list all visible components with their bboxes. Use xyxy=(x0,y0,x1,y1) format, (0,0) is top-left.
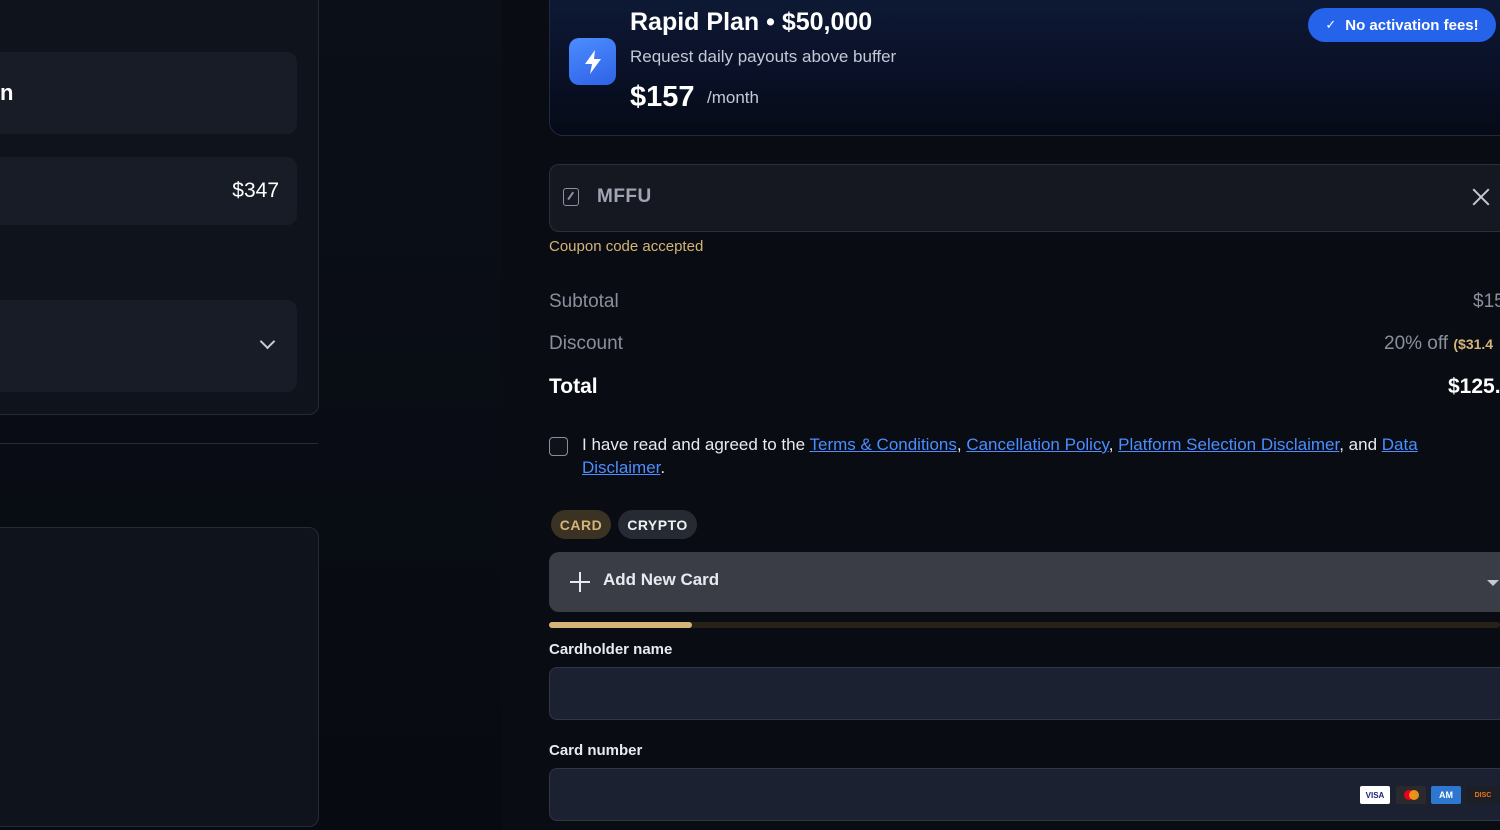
coupon-code: MFFU xyxy=(597,186,652,207)
tab-crypto[interactable]: CRYPTO xyxy=(618,510,697,539)
lightning-bolt-icon xyxy=(569,38,616,85)
option-label: n xyxy=(0,80,14,105)
tab-card[interactable]: CARD xyxy=(551,510,611,539)
plan-subtitle: Request daily payouts above buffer xyxy=(630,47,897,66)
agree-sep: , xyxy=(956,435,967,454)
discount-label: Discount xyxy=(549,333,623,354)
cardholder-name-input[interactable] xyxy=(549,667,1500,720)
card-number-input[interactable] xyxy=(549,768,1500,821)
account-size-option[interactable]: $347 xyxy=(0,157,297,225)
coupon-status-message: Coupon code accepted xyxy=(549,238,704,255)
coupon-tag-icon xyxy=(563,188,579,206)
no-activation-fee-badge: ✓ No activation fees! xyxy=(1308,8,1496,42)
amex-logo: AM xyxy=(1431,786,1461,804)
add-new-card-label: Add New Card xyxy=(603,570,720,589)
option-price: $347 xyxy=(232,179,279,202)
chevron-down-icon xyxy=(259,333,276,350)
subtotal-value: $15 xyxy=(1473,291,1500,312)
terms-agree-text: I have read and agreed to the Terms & Co… xyxy=(582,433,1497,479)
remove-coupon-close-icon[interactable] xyxy=(1469,185,1493,209)
agree-sep: , and xyxy=(1339,435,1382,454)
check-icon: ✓ xyxy=(1325,17,1337,32)
info-card xyxy=(0,527,319,827)
divider xyxy=(0,443,318,444)
card-number-label: Card number xyxy=(549,742,643,759)
badge-label: No activation fees! xyxy=(1345,16,1479,34)
plus-icon xyxy=(570,572,590,592)
cardholder-name-label: Cardholder name xyxy=(549,641,673,658)
total-label: Total xyxy=(549,375,598,398)
discount-value: 20% off ($31.4 xyxy=(1384,333,1493,355)
cancellation-policy-link[interactable]: Cancellation Policy xyxy=(966,435,1108,454)
discount-amount: ($31.4 xyxy=(1453,336,1494,352)
visa-logo: VISA xyxy=(1360,786,1390,804)
terms-conditions-link[interactable]: Terms & Conditions xyxy=(809,435,956,454)
subtotal-label: Subtotal xyxy=(549,291,619,312)
coupon-field[interactable] xyxy=(549,164,1500,232)
platform-dropdown[interactable] xyxy=(0,300,297,392)
agree-suffix: . xyxy=(660,458,666,477)
total-value: $125. xyxy=(1448,375,1500,398)
plan-period: /month xyxy=(707,88,759,107)
discover-logo: DISC xyxy=(1466,786,1500,804)
platform-selection-disclaimer-link[interactable]: Platform Selection Disclaimer xyxy=(1118,435,1339,454)
progress-fill xyxy=(549,622,692,628)
mastercard-logo xyxy=(1396,786,1426,804)
plan-title: Rapid Plan • $50,000 xyxy=(630,8,873,36)
caret-down-icon xyxy=(1487,580,1499,586)
agree-sep: , xyxy=(1108,435,1119,454)
discount-percent: 20% off xyxy=(1384,333,1449,354)
checkout-progress-bar xyxy=(549,622,1500,628)
account-type-option[interactable]: n xyxy=(0,52,297,134)
plan-price: $157 xyxy=(630,81,695,113)
agree-prefix: I have read and agreed to the xyxy=(582,435,810,454)
terms-agree-checkbox[interactable] xyxy=(549,437,568,456)
